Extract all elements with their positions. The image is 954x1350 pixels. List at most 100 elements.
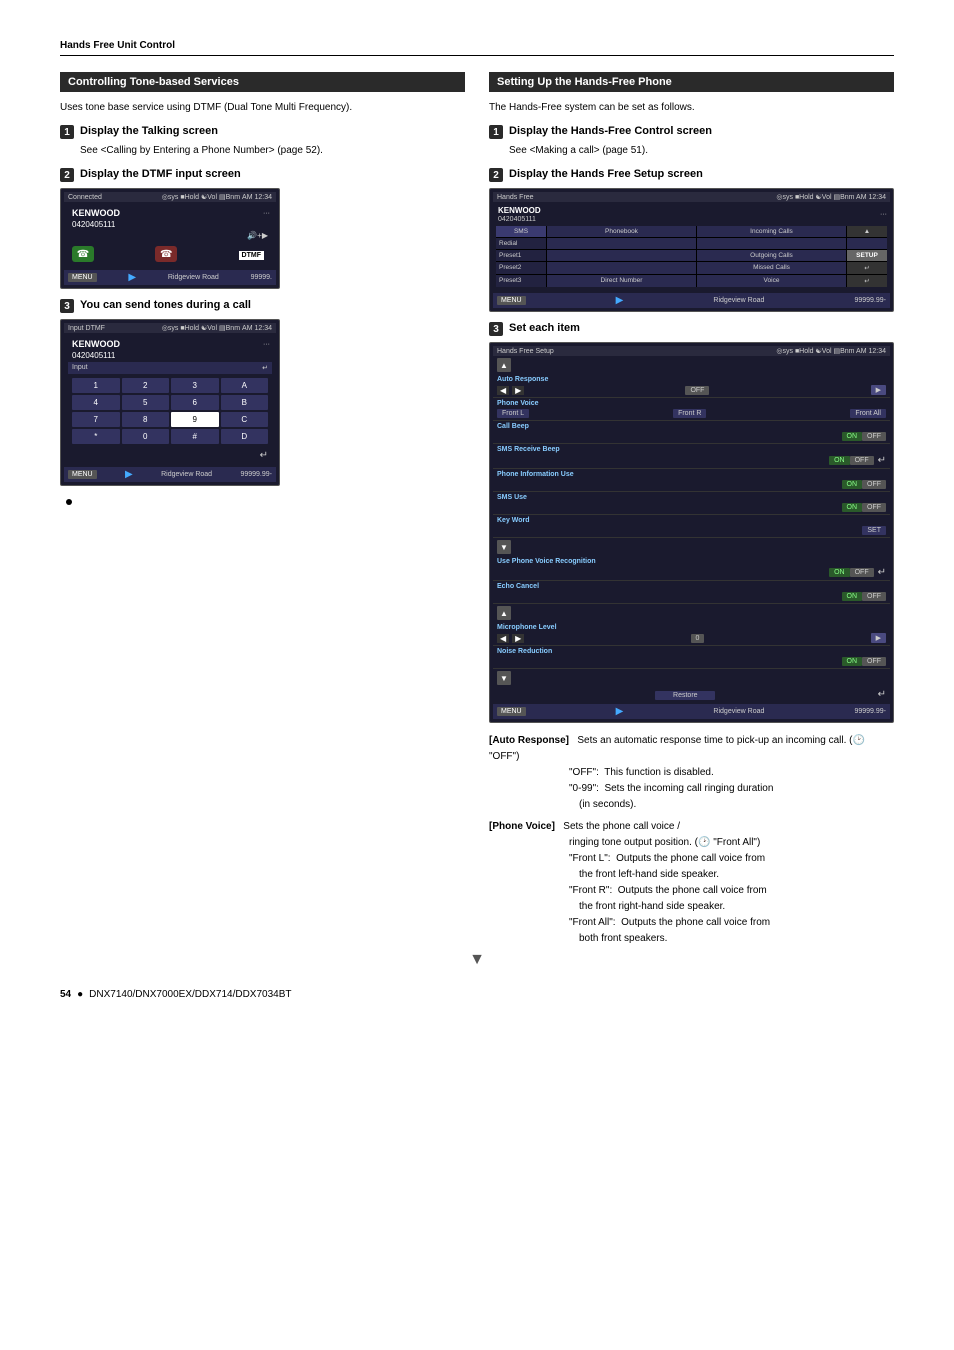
bullet-dot <box>66 499 72 505</box>
return-icon: ↵ <box>262 364 268 372</box>
mic-arrows: ◀ ▶ <box>497 634 524 643</box>
phone-info-on[interactable]: ON <box>842 480 863 489</box>
scroll-down-button-2[interactable]: ▼ <box>497 671 511 685</box>
phone-voice-front-all[interactable]: Front All <box>850 409 886 418</box>
hf-direct-btn[interactable]: Direct Number <box>547 275 696 287</box>
dtmf-key-B[interactable]: B <box>221 395 269 410</box>
right-step1-desc: See <Making a call> (page 51). <box>509 143 894 158</box>
dtmf-key-8[interactable]: 8 <box>122 412 170 427</box>
hangup-button[interactable]: ☎ <box>155 246 177 262</box>
menu-button-2[interactable]: MENU <box>68 470 97 479</box>
footer-model: DNX7140/DNX7000EX/DDX714/DDX7034BT <box>89 989 291 1000</box>
right-step2-text: Display the Hands Free Setup screen <box>509 168 703 180</box>
price-label-2: 99999.99‑ <box>240 471 272 478</box>
call-beep-off[interactable]: OFF <box>862 432 886 441</box>
hf-setup-btn[interactable]: SETUP <box>847 250 887 261</box>
right-step1-label: 1 Display the Hands-Free Control screen <box>489 125 894 139</box>
setup-ridgeview: Ridgeview Road <box>713 708 764 715</box>
page-number: 54 <box>60 989 71 1000</box>
restore-return: ↵ <box>878 689 886 702</box>
mic-level-value: 0 <box>691 634 705 643</box>
right-step1-text: Display the Hands-Free Control screen <box>509 125 712 137</box>
call-beep-row: ON OFF <box>493 430 890 444</box>
sms-use-on[interactable]: ON <box>842 503 863 512</box>
arr-right-1[interactable]: ▶ <box>512 386 524 395</box>
front-all-detail2: both front speakers. <box>579 931 894 947</box>
dtmf-key-1[interactable]: 1 <box>72 378 120 393</box>
noise-off[interactable]: OFF <box>862 657 886 666</box>
hands-free-main-screen: Hands Free ◎sys ■Hold ☯Vol ▤Bnm AM 12:34… <box>489 188 894 312</box>
page-footer: 54 ● DNX7140/DNX7000EX/DDX714/DDX7034BT <box>60 989 894 1000</box>
hf-outgoing-btn[interactable]: Outgoing Calls <box>697 250 846 261</box>
right-column: Setting Up the Hands-Free Phone The Hand… <box>489 72 894 947</box>
front-all-detail: "Front All": Outputs the phone call voic… <box>569 915 894 931</box>
scroll-down-button[interactable]: ▼ <box>497 540 511 554</box>
hf-missed-btn[interactable]: Missed Calls <box>697 262 846 274</box>
hf-nav-top[interactable]: ▲ <box>847 226 887 237</box>
auto-response-next[interactable]: ▶ <box>871 385 886 395</box>
answer-button[interactable]: ☎ <box>72 246 94 262</box>
voice-recog-on[interactable]: ON <box>829 568 850 577</box>
scroll-up-button-2[interactable]: ▲ <box>497 606 511 620</box>
hf-empty4 <box>547 250 696 261</box>
auto-response-arrows: ◀ ▶ <box>497 386 524 395</box>
explain-auto-response: [Auto Response] Sets an automatic respon… <box>489 733 894 813</box>
dtmf-key-3[interactable]: 3 <box>171 378 219 393</box>
setup-menu-btn[interactable]: MENU <box>497 707 526 716</box>
step3-label: 3 You can send tones during a call <box>60 299 465 313</box>
sms-beep-off[interactable]: OFF <box>850 456 874 465</box>
restore-row: Restore ↵ <box>493 687 890 704</box>
dtmf-key-7[interactable]: 7 <box>72 412 120 427</box>
hf-voice-btn[interactable]: Voice <box>697 275 846 287</box>
hf-empty1 <box>547 238 696 249</box>
hf-nav-arrow[interactable]: ▶ <box>616 295 624 306</box>
dtmf-key-hash[interactable]: # <box>171 429 219 444</box>
scroll-up-button[interactable]: ▲ <box>497 358 511 372</box>
mic-arr-right[interactable]: ▶ <box>512 634 524 643</box>
voice-recog-off[interactable]: OFF <box>850 568 874 577</box>
mic-level-next[interactable]: ▶ <box>871 633 886 643</box>
menu-button[interactable]: MENU <box>68 273 97 282</box>
dtmf-key-2[interactable]: 2 <box>122 378 170 393</box>
key-word-set[interactable]: SET <box>862 526 886 535</box>
dtmf-key-9[interactable]: 9 <box>171 412 219 427</box>
phone-info-off[interactable]: OFF <box>862 480 886 489</box>
sms-use-row: ON OFF <box>493 501 890 515</box>
dtmf-key-4[interactable]: 4 <box>72 395 120 410</box>
setup-nav-arrow[interactable]: ▶ <box>616 706 624 717</box>
step1-desc: See <Calling by Entering a Phone Number>… <box>80 143 465 158</box>
hf-phonebook-btn[interactable]: Phonebook <box>547 226 696 237</box>
phone-voice-front-l[interactable]: Front L <box>497 409 529 418</box>
dtmf-key-0[interactable]: 0 <box>122 429 170 444</box>
sms-use-off[interactable]: OFF <box>862 503 886 512</box>
hf-caller: KENWOOD <box>496 205 543 216</box>
dtmf-key-6[interactable]: 6 <box>171 395 219 410</box>
step3-num: 3 <box>60 299 74 313</box>
dtmf-key-5[interactable]: 5 <box>122 395 170 410</box>
hf-status-bar: Hands Free ◎sys ■Hold ☯Vol ▤Bnm AM 12:34 <box>493 192 890 202</box>
sms-beep-on[interactable]: ON <box>829 456 850 465</box>
echo-off[interactable]: OFF <box>862 592 886 601</box>
nav-arrow-2[interactable]: ▶ <box>125 469 133 480</box>
call-beep-on[interactable]: ON <box>842 432 863 441</box>
mic-arr-left[interactable]: ◀ <box>497 634 509 643</box>
echo-on[interactable]: ON <box>842 592 863 601</box>
noise-reduction-row: ON OFF <box>493 655 890 669</box>
dtmf-key-C[interactable]: C <box>221 412 269 427</box>
hf-incoming-btn[interactable]: Incoming Calls <box>697 226 846 237</box>
dtmf-key-D[interactable]: D <box>221 429 269 444</box>
phone-voice-front-r[interactable]: Front R <box>673 409 706 418</box>
price-label: 99999.​ <box>251 274 272 281</box>
right-step3-num: 3 <box>489 322 503 336</box>
arr-left-1[interactable]: ◀ <box>497 386 509 395</box>
hf-empty5 <box>547 262 696 274</box>
dtmf-key-A[interactable]: A <box>221 378 269 393</box>
hf-sms-btn[interactable]: SMS <box>496 226 546 237</box>
step2-label: 2 Display the DTMF input screen <box>60 168 465 182</box>
hf-menu-btn[interactable]: MENU <box>497 296 526 305</box>
nav-arrow[interactable]: ▶ <box>128 272 136 283</box>
step1-num: 1 <box>60 125 74 139</box>
restore-button[interactable]: Restore <box>655 691 715 700</box>
noise-on[interactable]: ON <box>842 657 863 666</box>
dtmf-key-star[interactable]: * <box>72 429 120 444</box>
